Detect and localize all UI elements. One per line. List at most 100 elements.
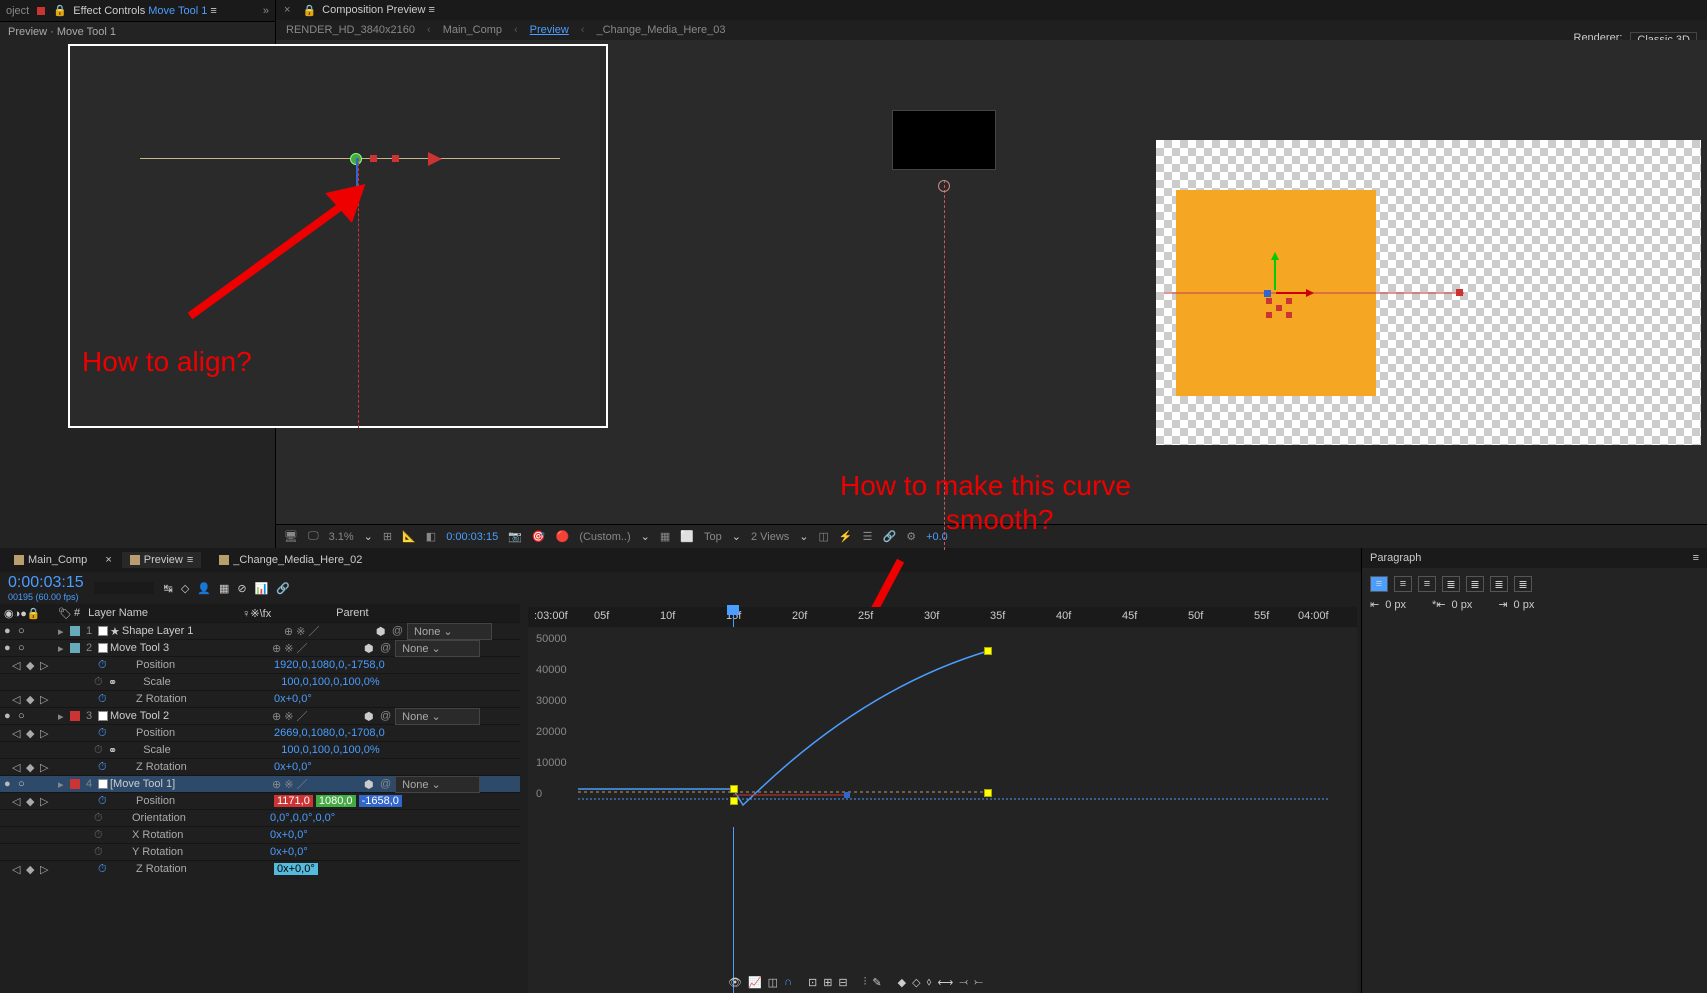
stopwatch-icon[interactable]: ⏱ xyxy=(98,863,110,876)
magnification-icon[interactable]: 🖥 xyxy=(284,530,298,543)
layer-switches[interactable]: ⊕ ※ ／ xyxy=(272,776,362,792)
property-value-part[interactable]: 0x+0,0° xyxy=(274,863,318,875)
graph-keyframe-3[interactable] xyxy=(984,789,992,797)
zoom-dropdown[interactable]: 3.1% xyxy=(329,531,354,543)
solo-toggle[interactable]: ○ xyxy=(18,778,30,790)
keyframe-nav-prev[interactable]: ◁ xyxy=(12,863,24,876)
right-3d-view[interactable] xyxy=(1156,140,1701,445)
add-keyframe[interactable]: ◆ xyxy=(26,761,38,774)
x-axis-handle[interactable] xyxy=(1276,292,1306,294)
color-mgmt-dropdown[interactable]: (Custom..) xyxy=(579,531,630,543)
indent-right-value[interactable]: 0 px xyxy=(1514,599,1535,611)
panel-menu-icon[interactable]: ≡ xyxy=(1693,552,1699,564)
parent-dropdown[interactable]: None ⌄ xyxy=(395,708,480,725)
twirl-icon[interactable]: ▸ xyxy=(58,710,68,723)
link-icon[interactable]: ⚭ xyxy=(108,676,117,689)
stopwatch-icon[interactable]: ⏱ xyxy=(98,659,110,672)
composition-tab[interactable]: Composition Preview ≡ xyxy=(322,4,435,16)
keyframe-nav-prev[interactable]: ◁ xyxy=(12,795,24,808)
layer-row[interactable]: ● ○ ▸ 4 [Move Tool 1] ⊕ ※ ／ ⬢ @None ⌄ xyxy=(0,775,520,792)
property-row[interactable]: ⏱ ⚭ Scale 100,0,100,0,100,0% xyxy=(0,741,520,758)
property-row[interactable]: ◁◆▷ ⏱ Z Rotation 0x+0,0° xyxy=(0,690,520,707)
property-row[interactable]: ⏱ Y Rotation 0x+0,0° xyxy=(0,843,520,860)
justify-all-button[interactable]: ≣ xyxy=(1514,576,1532,592)
convert-hold-icon[interactable]: ◆ xyxy=(898,976,906,989)
graph-keyframe-1b[interactable] xyxy=(730,797,738,805)
keyframe-nav-prev[interactable]: ◁ xyxy=(12,727,24,740)
fast-preview-icon[interactable]: ⚡ xyxy=(839,530,853,543)
solo-toggle[interactable]: ○ xyxy=(18,625,30,637)
add-keyframe[interactable]: ◆ xyxy=(26,693,38,706)
layer-row[interactable]: ● ○ ▸ 2 Move Tool 3 ⊕ ※ ／ ⬢ @None ⌄ xyxy=(0,639,520,656)
property-row[interactable]: ◁◆▷ ⏱ Position 1920,0,1080,0,-1758,0 xyxy=(0,656,520,673)
align-left-button[interactable]: ≡ xyxy=(1370,576,1388,592)
layer-switches[interactable]: ⊕ ※ ／ xyxy=(284,623,374,639)
stopwatch-icon[interactable]: ⏱ xyxy=(98,693,110,706)
stopwatch-icon[interactable]: ⏱ xyxy=(94,812,106,825)
transparency-grid-icon[interactable]: ▦ xyxy=(660,530,670,543)
stopwatch-icon[interactable]: ⏱ xyxy=(94,676,106,689)
stopwatch-icon[interactable]: ⏱ xyxy=(98,795,110,808)
stopwatch-icon[interactable]: ⏱ xyxy=(94,846,106,859)
property-row[interactable]: ⏱ X Rotation 0x+0,0° xyxy=(0,826,520,843)
pickwhip-icon[interactable]: @ xyxy=(380,642,391,654)
pickwhip-icon[interactable]: @ xyxy=(380,710,391,722)
visibility-toggle[interactable]: ● xyxy=(4,642,16,654)
solo-toggle[interactable]: ○ xyxy=(18,710,30,722)
keyframe-nav-prev[interactable]: ◁ xyxy=(12,761,24,774)
property-value[interactable]: 100,0,100,0,100,0% xyxy=(281,744,379,756)
property-value[interactable]: 0x+0,0° xyxy=(270,829,308,841)
keyframe-nav-next[interactable]: ▷ xyxy=(40,761,52,774)
graph-editor[interactable]: :03:00f 05f 10f 15f 20f 25f 30f 35f 40f … xyxy=(528,607,1357,993)
property-value[interactable]: 100,0,100,0,100,0% xyxy=(281,676,379,688)
add-keyframe[interactable]: ◆ xyxy=(26,795,38,808)
keyframe-nav-next[interactable]: ▷ xyxy=(40,659,52,672)
twirl-icon[interactable]: ▸ xyxy=(58,778,68,791)
justify-last-center-button[interactable]: ≣ xyxy=(1466,576,1484,592)
keyframe-nav-prev[interactable]: ◁ xyxy=(12,693,24,706)
property-row[interactable]: ◁◆▷ ⏱ Z Rotation 0x+0,0° xyxy=(0,758,520,775)
current-timecode[interactable]: 0:00:03:15 xyxy=(8,574,84,592)
effect-controls-tab[interactable]: Effect Controls Move Tool 1 ≡ xyxy=(73,5,217,17)
pixel-aspect-icon[interactable]: ◫ xyxy=(819,530,829,543)
3d-switch[interactable]: ⬢ xyxy=(364,710,378,723)
eye-icon[interactable]: 👁 xyxy=(728,976,742,989)
property-row[interactable]: ⏱ Orientation 0,0°,0,0°,0,0° xyxy=(0,809,520,826)
keyframe-red-2[interactable] xyxy=(392,155,399,162)
property-value[interactable]: 0,0°,0,0°,0,0° xyxy=(270,812,335,824)
crumb-preview[interactable]: Preview xyxy=(530,24,569,36)
layer-color-chip[interactable] xyxy=(70,626,80,636)
stopwatch-icon[interactable]: ⏱ xyxy=(98,761,110,774)
channel-icon[interactable]: 🔴 xyxy=(556,530,570,543)
eyedropper-icon[interactable]: 🎯 xyxy=(532,530,546,543)
property-value[interactable]: 0x+0,0° xyxy=(274,761,312,773)
property-value-part[interactable]: 1171,0 xyxy=(274,795,313,807)
viewer-timecode[interactable]: 0:00:03:15 xyxy=(446,531,498,543)
convert-auto-bezier-icon[interactable]: ⬨ xyxy=(927,976,932,989)
solo-toggle[interactable]: ○ xyxy=(18,642,30,654)
anchor-marker[interactable] xyxy=(938,180,950,192)
3d-switch[interactable]: ⬢ xyxy=(364,778,378,791)
stopwatch-icon[interactable]: ⏱ xyxy=(94,829,106,842)
3d-view-dropdown[interactable]: Top xyxy=(704,531,722,543)
pickwhip-icon[interactable]: @ xyxy=(380,778,391,790)
visibility-toggle[interactable]: ● xyxy=(4,625,16,637)
property-row[interactable]: ◁◆▷ ⏱ Z Rotation 0x+0,0° xyxy=(0,860,520,877)
timeline-tab-change-media[interactable]: _Change_Media_Here_02 xyxy=(211,552,370,568)
comp-mini-flowchart-icon[interactable]: ↹ xyxy=(164,582,173,595)
parent-dropdown[interactable]: None ⌄ xyxy=(395,776,480,793)
3d-switch[interactable]: ⬢ xyxy=(364,642,378,655)
layer-switches[interactable]: ⊕ ※ ／ xyxy=(272,640,362,656)
3d-view-icon[interactable]: ⬜ xyxy=(680,530,694,543)
layer-row[interactable]: ● ○ ▸ 3 Move Tool 2 ⊕ ※ ／ ⬢ @None ⌄ xyxy=(0,707,520,724)
keyframe-nav-next[interactable]: ▷ xyxy=(40,693,52,706)
crumb-main[interactable]: Main_Comp xyxy=(443,24,502,36)
panel-close-icon[interactable]: × xyxy=(284,4,290,16)
keyframe-marker[interactable] xyxy=(1456,289,1463,296)
twirl-icon[interactable]: ▸ xyxy=(58,642,68,655)
add-keyframe[interactable]: ◆ xyxy=(26,863,38,876)
layer-color-chip[interactable] xyxy=(70,779,80,789)
layer-search-input[interactable] xyxy=(94,582,154,594)
y-axis-handle[interactable] xyxy=(1274,260,1276,290)
visibility-toggle[interactable]: ● xyxy=(4,778,16,790)
